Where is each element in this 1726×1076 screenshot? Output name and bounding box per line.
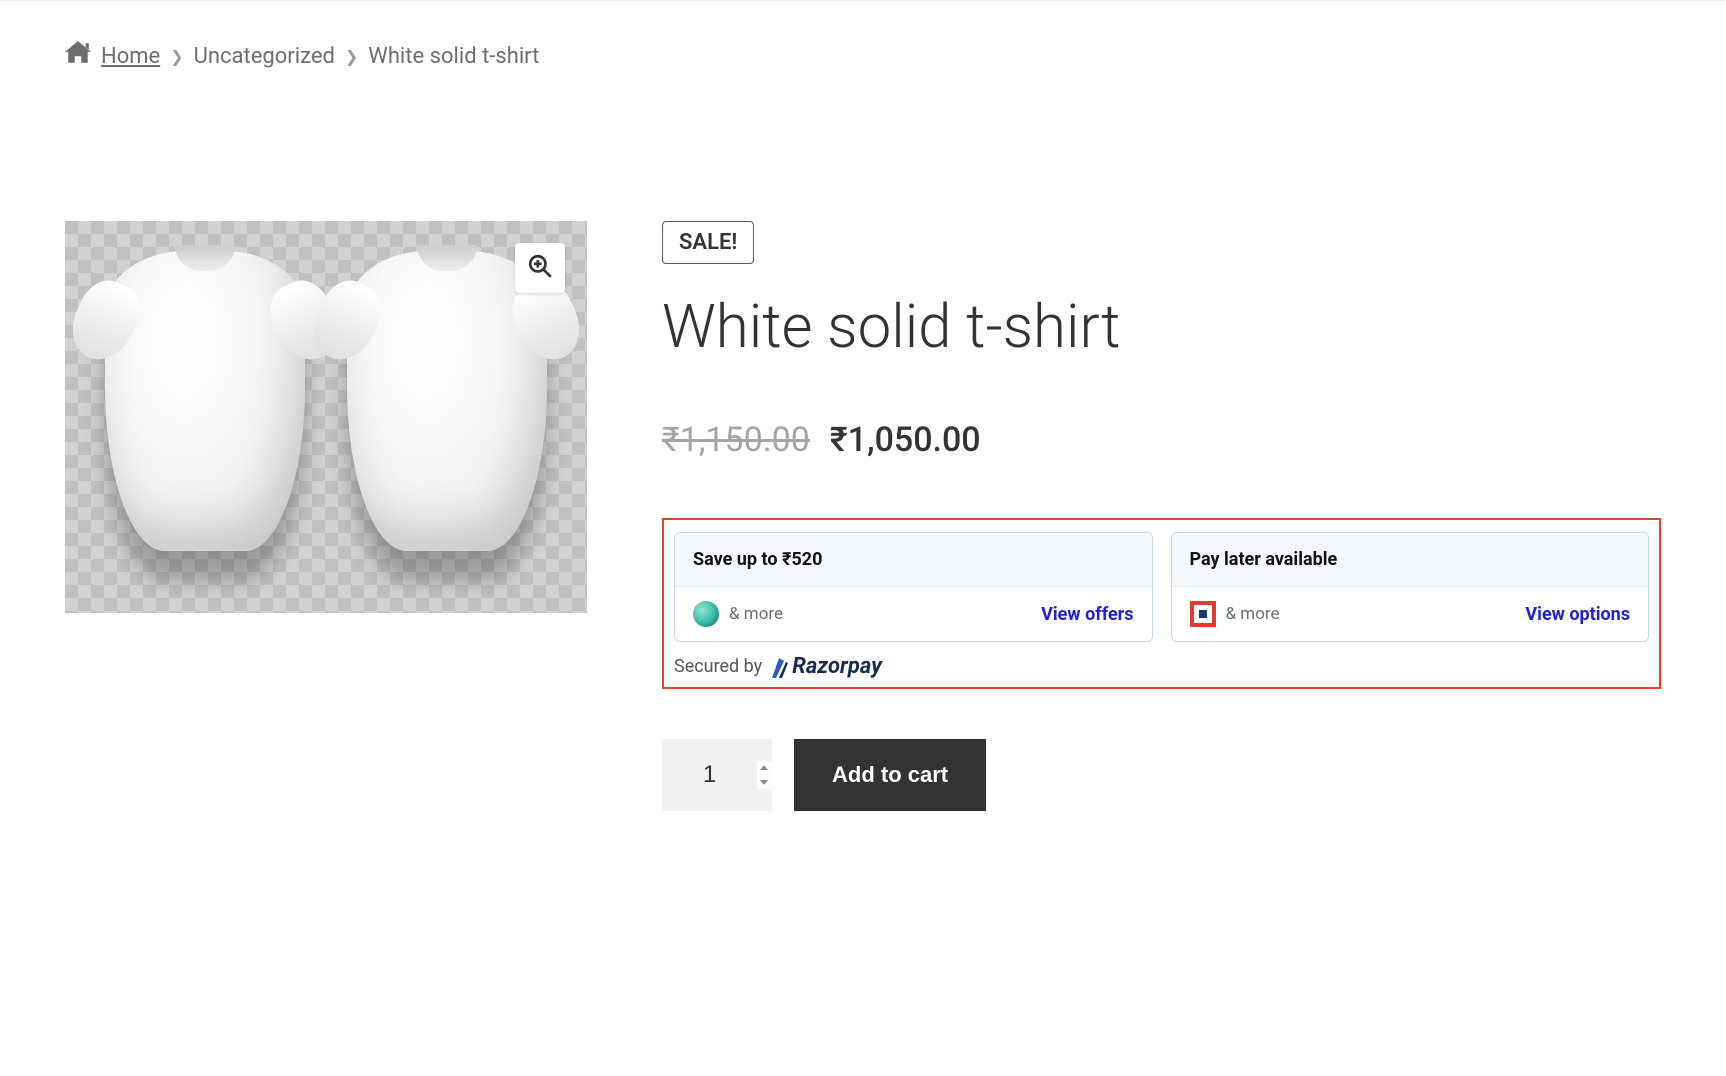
offers-panel: Save up to ₹520 & more View offers Pay l… — [662, 518, 1661, 689]
home-icon — [65, 41, 91, 71]
add-to-cart-row: Add to cart — [662, 739, 1661, 811]
price-sale: ₹1,050.00 — [830, 420, 981, 460]
price-row: ₹1,150.00 ₹1,050.00 — [662, 420, 1661, 460]
offer-card-paylater: Pay later available & more View options — [1171, 532, 1650, 642]
offer-card-paylater-title: Pay later available — [1172, 533, 1649, 587]
product-wrap: SALE! White solid t-shirt ₹1,150.00 ₹1,0… — [65, 221, 1661, 811]
breadcrumb-current: White solid t-shirt — [368, 44, 539, 69]
offer-card-save: Save up to ₹520 & more View offers — [674, 532, 1153, 642]
quantity-input[interactable] — [662, 739, 772, 811]
view-options-link[interactable]: View options — [1525, 604, 1630, 625]
breadcrumb-category: Uncategorized — [194, 44, 335, 69]
razorpay-logo: Razorpay — [770, 654, 882, 679]
razorpay-logo-text: Razorpay — [792, 654, 882, 679]
add-to-cart-button[interactable]: Add to cart — [794, 739, 986, 811]
view-offers-link[interactable]: View offers — [1041, 604, 1133, 625]
zoom-in-icon — [527, 253, 553, 283]
provider-icon — [1190, 601, 1216, 627]
offer-card-more-label: & more — [1226, 604, 1280, 624]
provider-icon — [693, 601, 719, 627]
offer-card-save-title: Save up to ₹520 — [675, 533, 1152, 587]
product-image[interactable] — [65, 221, 587, 613]
zoom-button[interactable] — [515, 243, 565, 293]
sale-badge: SALE! — [662, 221, 754, 264]
product-info-column: SALE! White solid t-shirt ₹1,150.00 ₹1,0… — [662, 221, 1661, 811]
offer-cards-row: Save up to ₹520 & more View offers Pay l… — [674, 532, 1649, 642]
breadcrumb-home-link[interactable]: Home — [101, 44, 160, 69]
offer-card-more-label: & more — [729, 604, 783, 624]
breadcrumb: Home ❯ Uncategorized ❯ White solid t-shi… — [65, 41, 1661, 71]
price-original: ₹1,150.00 — [662, 420, 810, 460]
secured-by-row: Secured by Razorpay — [674, 654, 1649, 679]
razorpay-icon — [770, 656, 788, 678]
chevron-right-icon: ❯ — [170, 47, 183, 66]
product-title: White solid t-shirt — [662, 294, 1661, 360]
product-image-column — [65, 221, 587, 811]
chevron-right-icon: ❯ — [345, 47, 358, 66]
secured-by-label: Secured by — [674, 656, 762, 677]
